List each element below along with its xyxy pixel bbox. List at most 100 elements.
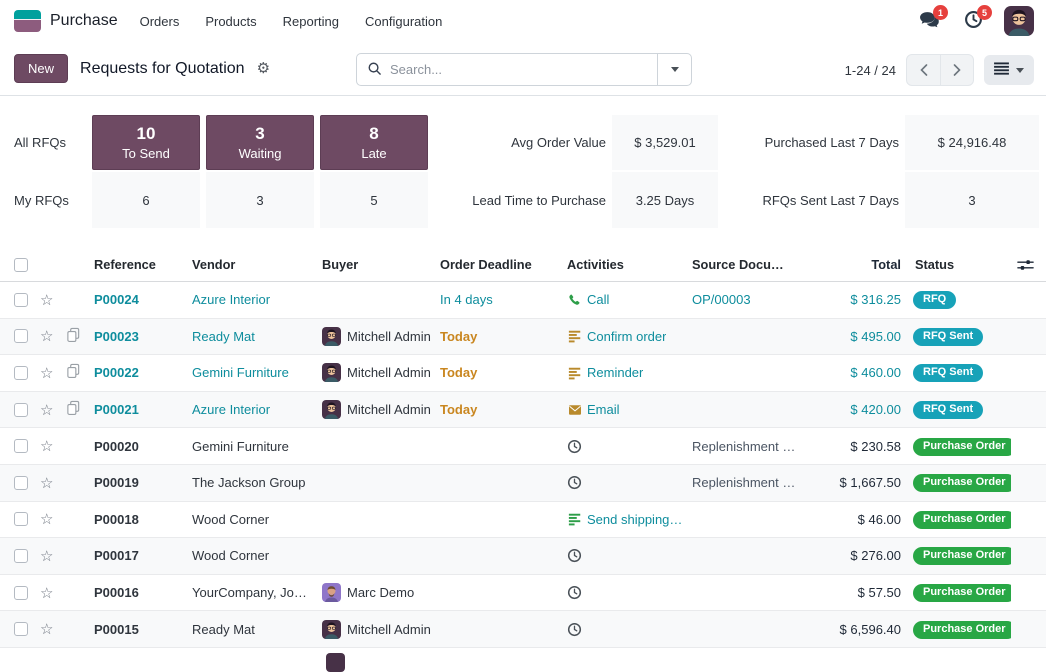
activity-cell[interactable] — [567, 439, 692, 454]
favorite-star-icon[interactable]: ☆ — [40, 364, 66, 382]
messages-button[interactable]: 1 — [916, 9, 942, 33]
rfq-reference[interactable]: P00024 — [94, 292, 192, 307]
rfq-reference[interactable]: P00020 — [94, 439, 192, 454]
row-checkbox[interactable] — [14, 476, 28, 490]
row-checkbox[interactable] — [14, 512, 28, 526]
column-header-activities[interactable]: Activities — [567, 257, 692, 272]
rfq-reference[interactable]: P00023 — [94, 329, 192, 344]
favorite-star-icon[interactable]: ☆ — [40, 584, 66, 602]
column-header-total[interactable]: Total — [810, 257, 907, 272]
table-row[interactable]: ☆ P00018 Wood Corner Send shipping… — [0, 502, 1046, 539]
vendor-name[interactable]: Azure Interior — [192, 292, 322, 307]
activity-cell[interactable]: Email — [567, 402, 692, 417]
table-row[interactable]: ☆ P00017 Wood Corner $ 276.00 Pu — [0, 538, 1046, 575]
vendor-name[interactable]: Gemini Furniture — [192, 439, 322, 454]
rfq-reference[interactable]: P00017 — [94, 548, 192, 563]
source-document[interactable]: Replenishment R… — [692, 475, 810, 490]
column-header-source-document[interactable]: Source Docu… — [692, 257, 810, 272]
table-row[interactable]: ☆ P00021 Azure Interior Mitchell Admin T… — [0, 392, 1046, 429]
view-switcher-button[interactable] — [984, 55, 1034, 85]
favorite-star-icon[interactable]: ☆ — [40, 327, 66, 345]
table-row[interactable]: ☆ P00016 YourCompany, Jo… Marc Demo — [0, 575, 1046, 612]
adjust-columns-icon[interactable] — [1011, 259, 1046, 271]
row-checkbox[interactable] — [14, 586, 28, 600]
user-avatar[interactable] — [1004, 6, 1034, 36]
rfq-reference[interactable]: P00016 — [94, 585, 192, 600]
vendor-name[interactable]: Ready Mat — [192, 329, 322, 344]
activity-cell[interactable] — [567, 585, 692, 600]
column-header-order-deadline[interactable]: Order Deadline — [440, 257, 567, 272]
buyer-cell[interactable]: Mitchell Admin — [322, 400, 440, 419]
row-checkbox[interactable] — [14, 549, 28, 563]
column-header-status[interactable]: Status — [907, 257, 1011, 272]
favorite-star-icon[interactable]: ☆ — [40, 291, 66, 309]
vendor-name[interactable]: Gemini Furniture — [192, 365, 322, 380]
activity-cell[interactable] — [567, 622, 692, 637]
vendor-name[interactable]: Wood Corner — [192, 512, 322, 527]
column-header-buyer[interactable]: Buyer — [322, 257, 440, 272]
vendor-name[interactable]: Azure Interior — [192, 402, 322, 417]
my-to-send-count[interactable]: 6 — [92, 172, 200, 228]
app-brand[interactable]: Purchase — [14, 10, 118, 32]
row-checkbox[interactable] — [14, 403, 28, 417]
menu-reporting[interactable]: Reporting — [283, 14, 339, 29]
activities-button[interactable]: 5 — [960, 9, 986, 33]
favorite-star-icon[interactable]: ☆ — [40, 437, 66, 455]
table-row[interactable]: ☆ P00024 Azure Interior In 4 days Call — [0, 282, 1046, 319]
row-checkbox[interactable] — [14, 329, 28, 343]
app-name[interactable]: Purchase — [50, 12, 118, 30]
activity-cell[interactable] — [567, 475, 692, 490]
menu-configuration[interactable]: Configuration — [365, 14, 442, 29]
kpi-waiting-button[interactable]: 3 Waiting — [206, 115, 314, 170]
row-checkbox[interactable] — [14, 366, 28, 380]
column-header-vendor[interactable]: Vendor — [192, 257, 322, 272]
activity-cell[interactable] — [567, 548, 692, 563]
menu-orders[interactable]: Orders — [140, 14, 180, 29]
search-input[interactable] — [390, 62, 647, 77]
rfq-reference[interactable]: P00018 — [94, 512, 192, 527]
pager-next-button[interactable] — [940, 55, 973, 85]
new-button[interactable]: New — [14, 54, 68, 83]
activity-cell[interactable]: Send shipping… — [567, 512, 692, 527]
buyer-cell[interactable]: Mitchell Admin — [322, 620, 440, 639]
vendor-name[interactable]: Ready Mat — [192, 622, 322, 637]
table-row[interactable]: ☆ P00022 Gemini Furniture Mitchell Admin… — [0, 355, 1046, 392]
favorite-star-icon[interactable]: ☆ — [40, 401, 66, 419]
source-document[interactable]: Replenishment R… — [692, 439, 810, 454]
column-header-reference[interactable]: Reference — [94, 257, 192, 272]
row-checkbox[interactable] — [14, 439, 28, 453]
kpi-to-send-button[interactable]: 10 To Send — [92, 115, 200, 170]
vendor-name[interactable]: YourCompany, Jo… — [192, 585, 322, 600]
purchase-app-icon[interactable] — [14, 10, 41, 32]
favorite-star-icon[interactable]: ☆ — [40, 620, 66, 638]
rfq-reference[interactable]: P00019 — [94, 475, 192, 490]
select-all-checkbox[interactable] — [14, 258, 28, 272]
vendor-name[interactable]: The Jackson Group — [192, 475, 322, 490]
table-row[interactable]: ☆ P00015 Ready Mat Mitchell Admin $ — [0, 611, 1046, 648]
buyer-cell[interactable]: Marc Demo — [322, 583, 440, 602]
buyer-cell[interactable]: Mitchell Admin — [322, 363, 440, 382]
order-deadline[interactable]: In 4 days — [440, 292, 567, 307]
row-checkbox[interactable] — [14, 622, 28, 636]
activity-cell[interactable]: Reminder — [567, 365, 692, 380]
favorite-star-icon[interactable]: ☆ — [40, 474, 66, 492]
table-row[interactable]: ☆ P00023 Ready Mat Mitchell Admin Today … — [0, 319, 1046, 356]
menu-products[interactable]: Products — [205, 14, 256, 29]
rfq-reference[interactable]: P00015 — [94, 622, 192, 637]
table-row[interactable]: ☆ P00020 Gemini Furniture Replenishme — [0, 428, 1046, 465]
vendor-name[interactable]: Wood Corner — [192, 548, 322, 563]
buyer-cell[interactable]: Mitchell Admin — [322, 327, 440, 346]
kpi-late-button[interactable]: 8 Late — [320, 115, 428, 170]
favorite-star-icon[interactable]: ☆ — [40, 547, 66, 565]
favorite-star-icon[interactable]: ☆ — [40, 510, 66, 528]
source-document[interactable]: OP/00003 — [692, 292, 810, 307]
order-deadline[interactable]: Today — [440, 402, 567, 417]
my-waiting-count[interactable]: 3 — [206, 172, 314, 228]
order-deadline[interactable]: Today — [440, 365, 567, 380]
table-row[interactable]: ☆ P00019 The Jackson Group Replenishm — [0, 465, 1046, 502]
rfq-reference[interactable]: P00022 — [94, 365, 192, 380]
search-dropdown-toggle[interactable] — [657, 54, 691, 85]
gear-icon[interactable]: ⚙ — [257, 61, 270, 76]
pager-previous-button[interactable] — [907, 55, 940, 85]
rfq-reference[interactable]: P00021 — [94, 402, 192, 417]
